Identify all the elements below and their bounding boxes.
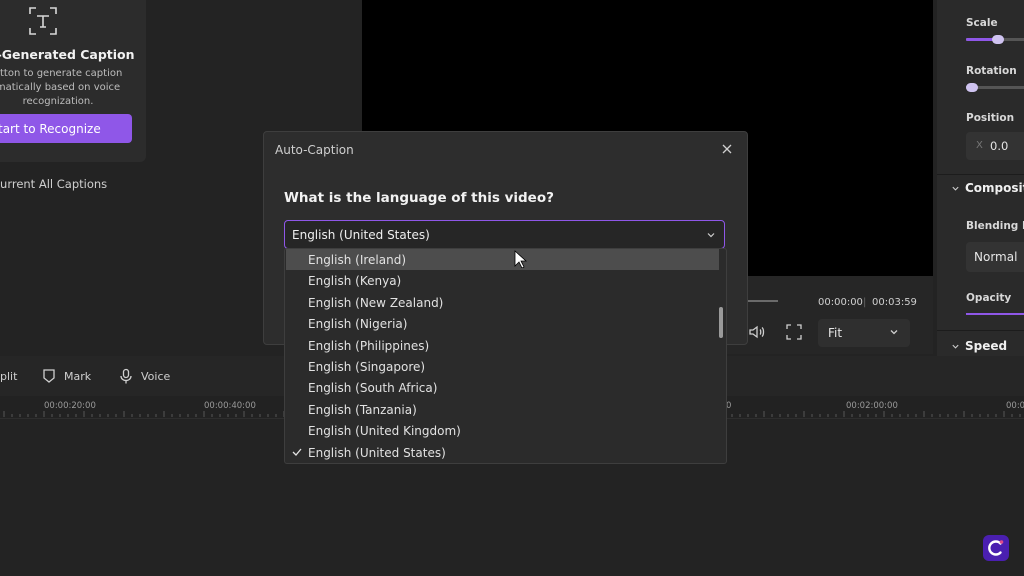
divider: [937, 330, 1024, 331]
language-option-label: English (Kenya): [308, 274, 402, 289]
close-icon[interactable]: [721, 143, 733, 155]
language-option-label: English (South Africa): [308, 381, 438, 396]
dropdown-scrollbar-thumb[interactable]: [719, 307, 723, 338]
chevron-down-icon[interactable]: [951, 342, 960, 351]
language-option[interactable]: English (Kenya): [286, 270, 719, 291]
language-select[interactable]: English (United States): [284, 220, 725, 249]
ruler-tick-label: 00:02:00:00: [846, 401, 898, 411]
text-caption-icon: [29, 7, 57, 35]
blending-mode-dropdown[interactable]: Normal: [966, 242, 1024, 272]
current-time: 00:00:00: [818, 297, 863, 308]
language-option[interactable]: English (United Kingdom): [286, 420, 719, 441]
scale-label: Scale: [966, 17, 998, 29]
time-separator: |: [863, 297, 867, 308]
language-option-label: English (Singapore): [308, 360, 426, 374]
language-option-label: English (United Kingdom): [308, 424, 461, 439]
ruler-tick-label: 00:00:20:00: [44, 401, 96, 411]
language-question: What is the language of this video?: [284, 190, 554, 206]
opacity-slider[interactable]: [966, 313, 1024, 315]
chevron-down-icon: [890, 330, 898, 335]
chevron-down-icon: [707, 233, 715, 238]
language-option[interactable]: English (United States): [286, 442, 719, 463]
microphone-icon[interactable]: [119, 368, 133, 384]
fit-label: Fit: [828, 326, 843, 340]
language-option[interactable]: English (Singapore): [286, 356, 719, 377]
opacity-label: Opacity: [966, 292, 1012, 304]
clear-all-captions-link[interactable]: Current All Captions: [0, 177, 107, 191]
language-option[interactable]: English (South Africa): [286, 377, 719, 398]
check-icon: [292, 448, 302, 456]
dialog-title: Auto-Caption: [275, 143, 354, 157]
language-option-label: English (United States): [308, 445, 446, 460]
position-x-axis-label: X: [976, 140, 983, 151]
language-option[interactable]: English (Nigeria): [286, 313, 719, 334]
mark-button[interactable]: Mark: [64, 370, 91, 383]
blending-mode-value: Normal: [974, 250, 1018, 264]
language-options-list: English (Ireland) English (Kenya) Englis…: [284, 248, 727, 464]
mouse-cursor-icon: [514, 250, 528, 268]
divider: [937, 174, 1024, 175]
ruler-tick-label: 00:00:40:00: [204, 401, 256, 411]
speed-section-header[interactable]: Speed: [965, 339, 1007, 353]
auto-caption-description: utton to generate caption matically base…: [0, 68, 123, 107]
auto-caption-title: o-Generated Caption: [0, 47, 135, 62]
language-option[interactable]: English (Ireland): [286, 249, 719, 271]
dropdown-scrollbar[interactable]: [718, 249, 724, 461]
rotation-slider-thumb[interactable]: [966, 83, 978, 92]
fit-dropdown[interactable]: Fit: [818, 319, 910, 347]
fullscreen-icon[interactable]: [786, 324, 802, 340]
position-label: Position: [966, 112, 1015, 124]
split-button[interactable]: plit: [0, 370, 17, 383]
rotation-label: Rotation: [966, 65, 1017, 77]
blending-mode-label: Blending M: [966, 220, 1024, 232]
volume-icon[interactable]: [748, 323, 766, 341]
composition-section-header[interactable]: Compositi: [965, 181, 1024, 195]
language-option-label: English (Nigeria): [308, 317, 408, 332]
ruler-tick-label: 00:02: [1006, 401, 1024, 411]
language-option[interactable]: English (Tanzania): [286, 399, 719, 420]
chevron-down-icon[interactable]: [951, 184, 960, 193]
mark-icon[interactable]: [42, 368, 56, 384]
app-logo-icon: [983, 535, 1009, 561]
position-x-field[interactable]: X 0.0: [966, 132, 1024, 160]
scale-slider-thumb[interactable]: [991, 35, 1004, 44]
language-option-label: English (New Zealand): [308, 295, 444, 310]
language-option[interactable]: English (New Zealand): [286, 292, 719, 313]
language-option-label: English (Tanzania): [308, 402, 417, 417]
language-option-label: English (Ireland): [308, 253, 407, 267]
language-option[interactable]: English (Philippines): [286, 335, 719, 356]
start-to-recognize-button[interactable]: tart to Recognize: [0, 114, 132, 143]
position-x-value: 0.0: [990, 139, 1009, 153]
language-option-label: English (Philippines): [308, 338, 430, 353]
voice-button[interactable]: Voice: [141, 370, 170, 383]
total-time: 00:03:59: [872, 297, 917, 308]
language-select-value: English (United States): [292, 228, 430, 242]
